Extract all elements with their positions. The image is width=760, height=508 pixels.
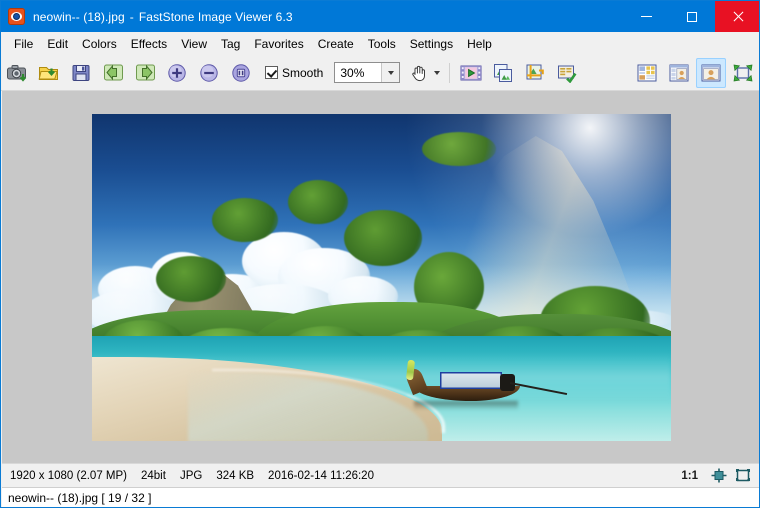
close-button[interactable] <box>715 1 759 32</box>
menu-item-view[interactable]: View <box>174 34 214 54</box>
photo-vegetation <box>288 180 348 224</box>
menu-bar: File Edit Colors Effects View Tag Favori… <box>1 32 759 55</box>
title-app-name: FastStone Image Viewer 6.3 <box>138 9 293 24</box>
photo-boat-reflection <box>414 401 518 410</box>
menu-item-effects[interactable]: Effects <box>124 34 174 54</box>
smooth-checkbox[interactable] <box>265 66 278 79</box>
menu-item-create[interactable]: Create <box>311 34 361 54</box>
chevron-down-icon <box>387 70 394 75</box>
screen-capture-icon <box>7 64 27 82</box>
fullscreen-icon <box>733 64 753 81</box>
title-separator: - <box>129 9 134 24</box>
save-floppy-icon <box>72 64 90 81</box>
photo-vegetation <box>344 210 422 266</box>
title-file-name: neowin-- (18).jpg <box>33 9 125 24</box>
open-folder-button[interactable] <box>34 58 64 88</box>
status-dimensions: 1920 x 1080 (2.07 MP) <box>10 469 127 482</box>
crop-board-icon <box>526 64 545 79</box>
fit-window-button[interactable] <box>708 466 730 486</box>
status-bar-right-group: 1:1 <box>681 466 759 486</box>
jpeg-lossless-icon <box>558 65 577 83</box>
zoom-out-icon <box>200 63 218 82</box>
filmstrip-view-button[interactable] <box>664 58 694 88</box>
close-icon <box>732 11 744 23</box>
zoom-level-value: 30% <box>340 65 365 80</box>
zoom-in-icon <box>168 63 186 82</box>
faststone-eye-icon <box>8 8 25 25</box>
status-format: JPG <box>179 469 203 482</box>
thumbnail-browser-button[interactable] <box>632 58 662 88</box>
fullscreen-toggle-button[interactable] <box>732 466 754 486</box>
slideshow-button[interactable] <box>456 58 486 88</box>
maximize-icon <box>687 11 697 22</box>
title-bar: neowin-- (18).jpg - FastStone Image View… <box>1 1 759 32</box>
photo-vegetation <box>212 198 278 242</box>
zoom-out-button[interactable] <box>194 58 224 88</box>
previous-button[interactable] <box>98 58 128 88</box>
status-zoom-ratio[interactable]: 1:1 <box>681 470 698 482</box>
menu-item-tools[interactable]: Tools <box>361 34 403 54</box>
menu-item-edit[interactable]: Edit <box>40 34 75 54</box>
single-image-view-icon <box>701 64 721 81</box>
maximize-button[interactable] <box>669 1 715 32</box>
toolbar-separator-1 <box>449 62 451 83</box>
minimize-icon <box>640 16 652 17</box>
menu-item-tag[interactable]: Tag <box>214 34 247 54</box>
menu-item-colors[interactable]: Colors <box>75 34 124 54</box>
next-button[interactable] <box>130 58 160 88</box>
menu-item-favorites[interactable]: Favorites <box>247 34 310 54</box>
previous-arrow-icon <box>103 64 123 81</box>
zoom-level-combobox[interactable]: 30% <box>334 62 401 83</box>
status-timestamp: 2016-02-14 11:26:20 <box>268 469 374 482</box>
compare-images-icon <box>494 63 513 82</box>
photo-vegetation <box>422 132 496 166</box>
compare-images-button[interactable] <box>488 58 518 88</box>
single-image-view-button[interactable] <box>696 57 726 88</box>
status-file-size: 324 KB <box>216 469 255 482</box>
window-controls <box>623 1 759 32</box>
actual-size-button[interactable] <box>226 58 256 88</box>
save-button[interactable] <box>66 58 96 88</box>
menu-item-file[interactable]: File <box>7 34 40 54</box>
file-position-label: neowin-- (18).jpg [ 19 / 32 ] <box>8 491 152 505</box>
open-folder-icon <box>38 66 58 80</box>
toolbar: Smooth 30% <box>1 55 759 91</box>
status-bit-depth: 24bit <box>141 469 166 482</box>
minimize-button[interactable] <box>623 1 669 32</box>
fit-window-icon <box>711 468 727 483</box>
menu-item-settings[interactable]: Settings <box>403 34 460 54</box>
slideshow-film-icon <box>460 65 482 80</box>
photo-boat-canopy <box>440 372 502 389</box>
zoom-in-button[interactable] <box>162 58 192 88</box>
actual-size-icon <box>232 63 250 82</box>
smooth-checkbox-group[interactable]: Smooth <box>265 66 323 80</box>
photo-vegetation <box>156 256 226 302</box>
filmstrip-view-icon <box>669 64 689 81</box>
jpeg-lossless-button[interactable] <box>552 58 582 88</box>
displayed-photo[interactable] <box>92 114 671 441</box>
status-bar: 1920 x 1080 (2.07 MP) 24bit JPG 324 KB 2… <box>2 463 759 487</box>
faststone-image-viewer-window: neowin-- (18).jpg - FastStone Image View… <box>0 0 760 508</box>
smooth-label: Smooth <box>282 65 324 80</box>
hand-tool-dropdown-arrow[interactable] <box>434 70 441 75</box>
fullscreen-toggle-icon <box>736 469 750 482</box>
zoom-dropdown-arrow[interactable] <box>381 63 400 82</box>
menu-item-help[interactable]: Help <box>460 34 499 54</box>
thumbnail-browser-icon <box>637 64 657 81</box>
next-arrow-icon <box>135 64 155 81</box>
hand-tool-group[interactable] <box>409 63 441 83</box>
crop-board-button[interactable] <box>520 58 550 88</box>
fullscreen-button[interactable] <box>728 58 758 88</box>
screen-capture-button[interactable] <box>2 58 32 88</box>
file-info-bar: neowin-- (18).jpg [ 19 / 32 ] <box>2 487 759 507</box>
hand-pan-icon <box>412 65 426 81</box>
image-canvas[interactable] <box>2 91 759 463</box>
